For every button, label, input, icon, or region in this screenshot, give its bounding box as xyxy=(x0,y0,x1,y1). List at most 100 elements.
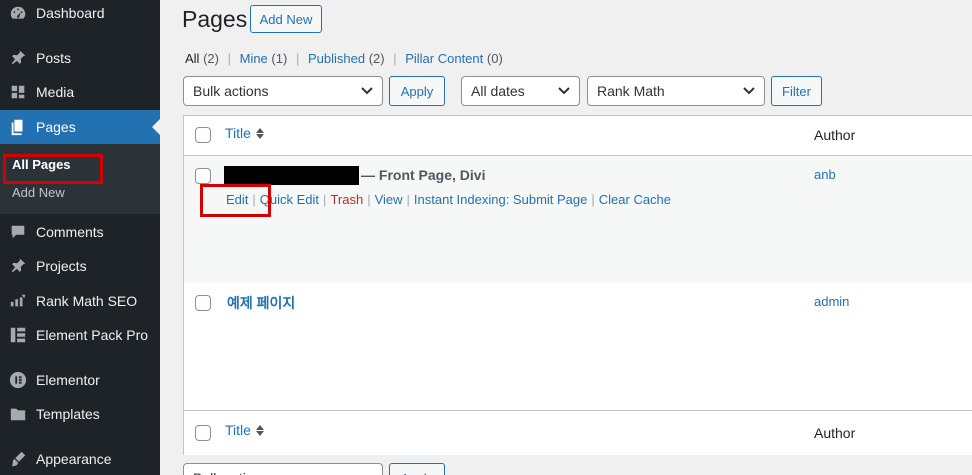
table-footer: Title Author xyxy=(184,410,972,455)
pin-icon xyxy=(8,48,28,68)
filter-pillar-count: (0) xyxy=(486,51,503,66)
menu-element-pack[interactable]: Element Pack Pro xyxy=(0,318,160,352)
filter-mine-count: (1) xyxy=(271,51,288,66)
column-author: Author xyxy=(814,127,856,143)
separator: | xyxy=(406,192,410,207)
redacted-title xyxy=(224,166,359,185)
trash-link[interactable]: Trash xyxy=(330,192,363,207)
dates-value: All dates xyxy=(471,83,525,99)
separator: | xyxy=(393,51,397,66)
menu-projects-label: Projects xyxy=(36,258,87,274)
chevron-down-icon xyxy=(558,87,570,95)
pin-icon xyxy=(8,256,28,276)
column-title-label: Title xyxy=(225,422,251,438)
quick-edit-link[interactable]: Quick Edit xyxy=(260,192,319,207)
column-title-label: Title xyxy=(225,125,251,141)
filter-button[interactable]: Filter xyxy=(771,76,822,106)
elementor-icon xyxy=(8,370,28,390)
menu-appearance-label: Appearance xyxy=(36,451,112,467)
page-title: Pages xyxy=(182,6,248,32)
sort-icon xyxy=(255,127,264,139)
rank-math-value: Rank Math xyxy=(597,83,665,99)
separator: | xyxy=(252,192,256,207)
instant-indexing-link[interactable]: Instant Indexing: Submit Page xyxy=(414,192,587,207)
comment-icon xyxy=(8,222,28,242)
element-pack-icon xyxy=(8,325,28,345)
select-all-checkbox[interactable] xyxy=(195,127,211,143)
chevron-down-icon xyxy=(361,87,373,95)
menu-elementor[interactable]: Elementor xyxy=(0,363,160,397)
add-new-button[interactable]: Add New xyxy=(250,5,322,33)
row-actions: Edit | Quick Edit | Trash | View | Instant Index… xyxy=(226,192,671,207)
column-title-sort-footer[interactable]: Title xyxy=(225,422,264,438)
table-row: — Front Page, Divi anb Edit | Quick Edit | T… xyxy=(184,155,972,283)
column-author-footer: Author xyxy=(814,425,856,441)
menu-templates-label: Templates xyxy=(36,406,100,422)
brush-icon xyxy=(8,449,28,469)
view-link[interactable]: View xyxy=(375,192,403,207)
menu-rank-math-label: Rank Math SEO xyxy=(36,293,138,309)
menu-appearance[interactable]: Appearance xyxy=(0,442,160,475)
submenu-add-new[interactable]: Add New xyxy=(12,185,65,200)
bulk-actions-value: Bulk actions xyxy=(193,470,268,475)
row-title-link[interactable]: 예제 페이지 xyxy=(227,293,295,313)
menu-media[interactable]: Media xyxy=(0,75,160,109)
table-row: 예제 페이지 admin xyxy=(184,283,972,411)
bulk-actions-value: Bulk actions xyxy=(193,83,269,99)
apply-button-bottom[interactable]: Apply xyxy=(389,463,445,475)
menu-projects[interactable]: Projects xyxy=(0,249,160,283)
menu-comments-label: Comments xyxy=(36,224,104,240)
filter-published-count: (2) xyxy=(368,51,385,66)
menu-media-label: Media xyxy=(36,84,75,100)
rank-math-select[interactable]: Rank Math xyxy=(587,76,765,106)
main-content: Pages Add New All (2) | Mine (1) | Publi… xyxy=(160,0,972,475)
menu-templates[interactable]: Templates xyxy=(0,397,160,431)
edit-link[interactable]: Edit xyxy=(226,192,248,207)
row-author-link[interactable]: anb xyxy=(814,167,836,182)
separator: | xyxy=(367,192,371,207)
pages-table: Title Author — Front Page, Divi anb Edit… xyxy=(183,115,972,455)
menu-dashboard-label: Dashboard xyxy=(36,5,105,21)
menu-pages-label: Pages xyxy=(36,119,76,135)
menu-rank-math[interactable]: Rank Math SEO xyxy=(0,284,160,318)
media-icon xyxy=(8,82,28,102)
rank-math-icon xyxy=(8,291,28,311)
filter-published[interactable]: Published xyxy=(308,51,365,66)
row-author-link[interactable]: admin xyxy=(814,294,849,309)
filter-pillar[interactable]: Pillar Content xyxy=(405,51,483,66)
menu-element-pack-label: Element Pack Pro xyxy=(36,327,149,343)
column-title-sort[interactable]: Title xyxy=(225,125,264,141)
submenu-all-pages[interactable]: All Pages xyxy=(12,157,71,172)
active-arrow xyxy=(152,119,160,135)
admin-sidebar: Dashboard Posts Media Pages All Pages Ad… xyxy=(0,0,160,475)
separator: | xyxy=(227,51,231,66)
filter-all[interactable]: All xyxy=(185,51,199,66)
table-header: Title Author xyxy=(184,116,972,155)
sort-icon xyxy=(255,424,264,436)
dates-select[interactable]: All dates xyxy=(461,76,580,106)
folder-icon xyxy=(8,404,28,424)
filter-all-count: (2) xyxy=(203,51,219,66)
menu-posts[interactable]: Posts xyxy=(0,41,160,75)
row-checkbox[interactable] xyxy=(195,295,211,311)
dashboard-icon xyxy=(8,3,28,23)
row-title-suffix: — Front Page, Divi xyxy=(361,167,486,183)
bulk-actions-select-bottom[interactable]: Bulk actions xyxy=(183,463,383,475)
menu-pages[interactable]: Pages xyxy=(0,110,160,144)
pages-icon xyxy=(8,117,28,137)
separator: | xyxy=(295,51,300,66)
filter-mine[interactable]: Mine xyxy=(240,51,268,66)
menu-posts-label: Posts xyxy=(36,50,72,66)
menu-elementor-label: Elementor xyxy=(36,372,100,388)
row-checkbox[interactable] xyxy=(195,168,211,184)
chevron-down-icon xyxy=(743,87,755,95)
bulk-actions-select[interactable]: Bulk actions xyxy=(183,76,383,106)
clear-cache-link[interactable]: Clear Cache xyxy=(599,192,671,207)
menu-comments[interactable]: Comments xyxy=(0,215,160,249)
menu-dashboard[interactable]: Dashboard xyxy=(0,0,160,30)
status-filter-links: All (2) | Mine (1) | Published (2) | Pil… xyxy=(185,51,503,66)
select-all-checkbox-footer[interactable] xyxy=(195,425,211,441)
separator: | xyxy=(323,192,327,207)
apply-button[interactable]: Apply xyxy=(389,76,445,106)
pages-submenu: All Pages Add New xyxy=(0,144,160,214)
